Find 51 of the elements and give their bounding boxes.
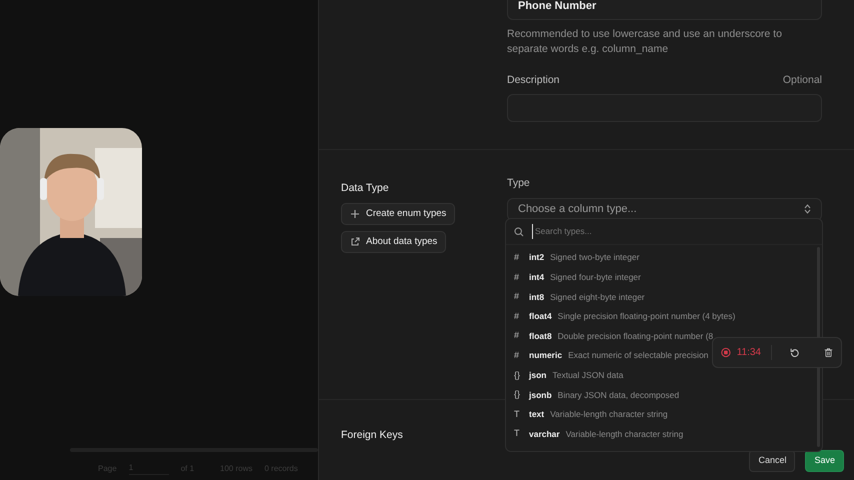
type-symbol: #	[514, 270, 520, 284]
type-symbol: #	[514, 329, 520, 342]
type-symbol: T	[514, 427, 520, 440]
optional-label: Optional	[782, 73, 822, 88]
type-name[interactable]: float8	[529, 330, 552, 343]
search-icon	[514, 226, 524, 236]
type-symbol: #	[514, 310, 520, 323]
type-description: Double precision floating-point number (8	[558, 330, 714, 343]
type-description: Variable-length character string	[550, 408, 668, 421]
section-title: Data Type	[341, 181, 389, 196]
cancel-button[interactable]: Cancel	[749, 450, 796, 472]
type-description: Signed four-byte integer	[550, 271, 641, 284]
type-symbol: #	[514, 349, 520, 362]
record-icon[interactable]	[721, 346, 731, 359]
type-name[interactable]: float4	[529, 310, 552, 323]
external-link-icon	[350, 237, 360, 248]
type-description: Exact numeric of selectable precision	[568, 349, 708, 362]
type-description: Binary JSON data, decomposed	[558, 388, 680, 402]
column-name-field[interactable]: Phone Number	[507, 0, 822, 20]
section-button[interactable]: About data types	[341, 231, 446, 254]
trash-icon[interactable]	[824, 346, 833, 359]
help-text: Recommended to use lowercase and use an underscore to separate words e.g. column_name	[507, 27, 783, 57]
type-symbol: {}	[514, 368, 522, 382]
section-title: Foreign Keys	[341, 428, 403, 443]
type-name[interactable]: json	[529, 368, 546, 382]
chevron-icon	[804, 204, 811, 214]
type-name[interactable]: int8	[529, 290, 544, 304]
type-description: Textual JSON data	[552, 368, 624, 382]
type-description: Signed eight-byte integer	[550, 290, 645, 304]
type-name[interactable]: int4	[529, 271, 544, 284]
type-symbol: T	[514, 408, 520, 421]
type-name[interactable]: jsonb	[529, 388, 552, 402]
type-symbol: #	[514, 251, 520, 264]
restart-icon[interactable]	[790, 346, 800, 359]
type-description: Signed two-byte integer	[550, 251, 640, 264]
type-symbol: {}	[514, 388, 522, 402]
save-button[interactable]: Save	[805, 450, 844, 472]
field-label: Type	[507, 176, 531, 191]
plus-icon	[350, 208, 360, 219]
type-select[interactable]: Choose a column type...	[507, 198, 822, 221]
type-description: Single precision floating-point number (4 bytes)	[558, 310, 736, 323]
type-name[interactable]: text	[529, 408, 544, 421]
recording-time: 11:34	[736, 345, 772, 360]
type-name[interactable]: int2	[529, 251, 544, 264]
type-description: Variable-length character string	[566, 428, 684, 441]
type-symbol: #	[514, 290, 520, 304]
field-label: Description	[507, 73, 560, 88]
section-button[interactable]: Create enum types	[341, 202, 456, 225]
type-name[interactable]: varchar	[529, 428, 560, 441]
search-field[interactable]: Search types...	[532, 224, 782, 239]
type-name[interactable]: numeric	[529, 349, 562, 362]
